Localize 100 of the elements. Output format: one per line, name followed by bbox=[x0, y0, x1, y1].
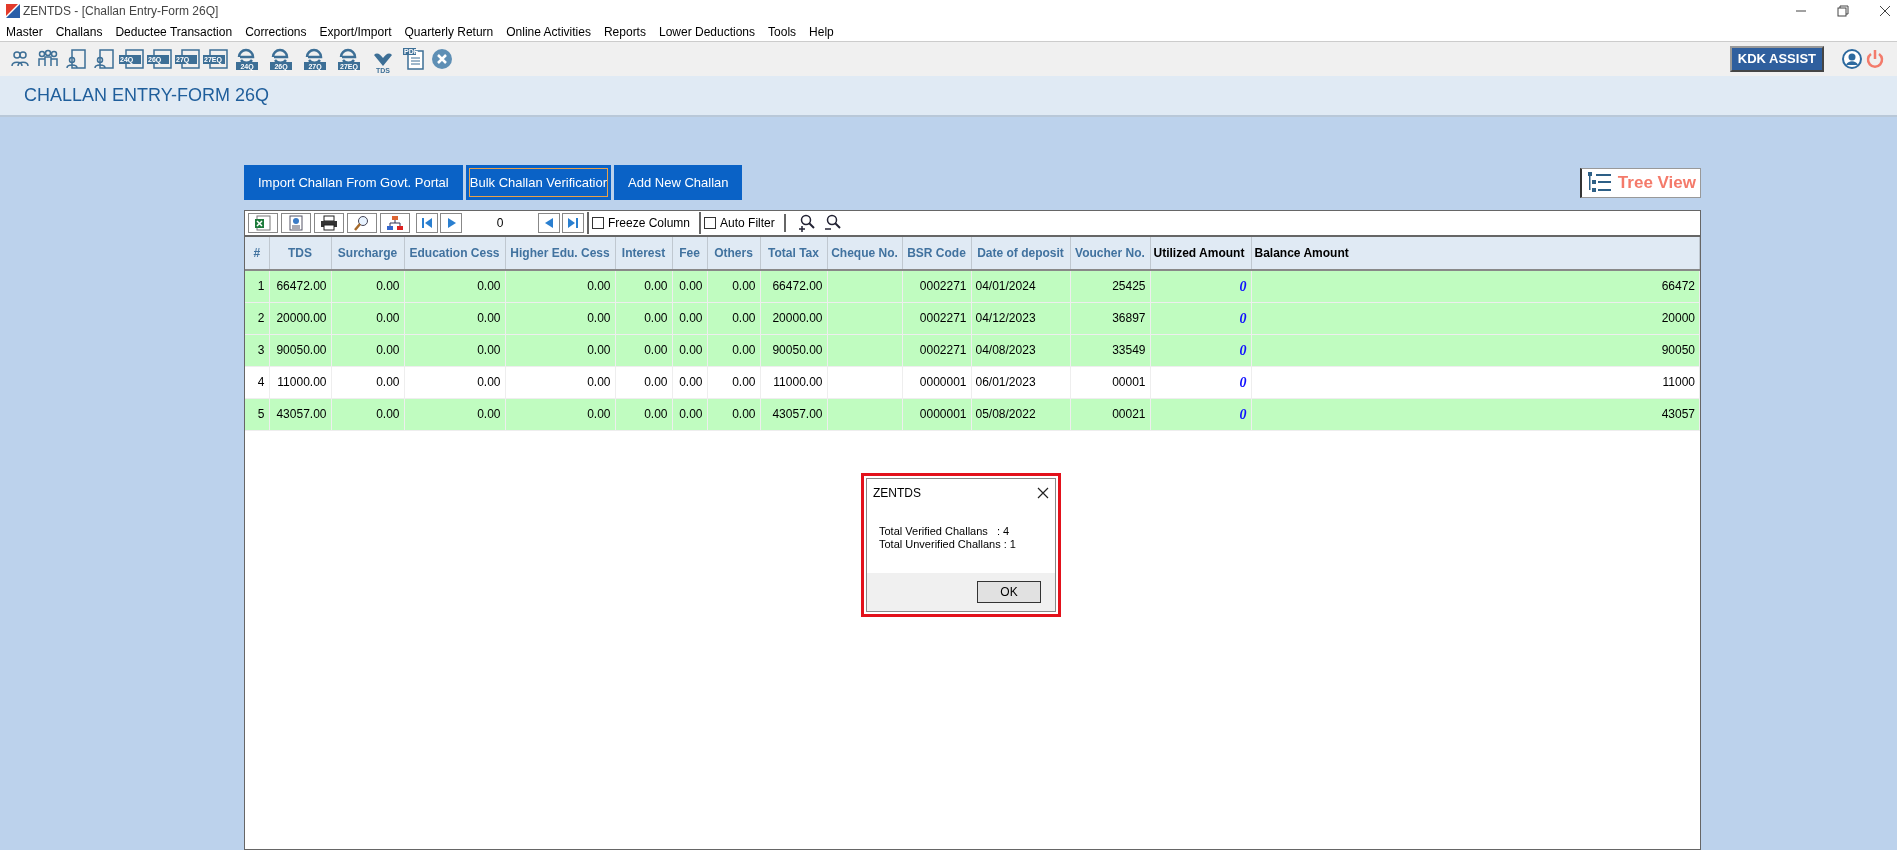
form-icon[interactable] bbox=[203, 48, 229, 70]
column-header[interactable]: Balance Amount bbox=[1251, 237, 1700, 270]
column-header[interactable]: Total Tax bbox=[760, 237, 827, 270]
table-cell: 2 bbox=[257, 311, 265, 325]
table-cell: 5 bbox=[257, 407, 265, 421]
checkbox[interactable] bbox=[704, 217, 717, 229]
previous-page-icon[interactable] bbox=[538, 213, 560, 233]
document-icon[interactable] bbox=[402, 48, 426, 70]
menu-item[interactable]: Challans bbox=[55, 22, 110, 41]
column-header[interactable]: Surcharge bbox=[331, 237, 404, 270]
table-cell: 05/08/2022 bbox=[975, 407, 1036, 421]
table-cell: 0.00 bbox=[376, 343, 400, 357]
first-page-icon[interactable] bbox=[416, 213, 438, 233]
menu-item[interactable]: Master bbox=[6, 22, 50, 41]
table-row[interactable]: 3 90050.00 0.00 0.00 0.00 0.00 0.00 0.00 90050.00 0002271 04/08/2023 33549 0 90050 bbox=[245, 334, 1700, 366]
table-row[interactable]: 5 43057.00 0.00 0.00 0.00 0.00 0.00 0.00 43057.00 0000001 05/08/2022 00021 0 43057 bbox=[245, 398, 1700, 430]
user-icon[interactable] bbox=[1842, 49, 1862, 69]
search-icon[interactable] bbox=[347, 213, 377, 233]
hierarchy-icon[interactable] bbox=[380, 213, 410, 233]
column-header[interactable]: Others bbox=[707, 237, 760, 270]
table-cell: 04/08/2023 bbox=[975, 343, 1036, 357]
table-cell: 11000.00 bbox=[277, 375, 327, 389]
menu-item[interactable]: Help bbox=[809, 22, 841, 41]
table-cell: 0 bbox=[1239, 406, 1247, 422]
form-icon[interactable] bbox=[175, 48, 201, 70]
menu-item[interactable]: Deductee Transaction bbox=[115, 22, 240, 41]
menu-item[interactable]: Online Activities bbox=[506, 22, 598, 41]
tree-list-icon bbox=[1585, 170, 1612, 195]
column-header[interactable]: TDS bbox=[269, 237, 331, 270]
table-cell: 20000.00 bbox=[276, 311, 327, 325]
e-file-icon[interactable] bbox=[269, 47, 293, 71]
table-cell: 0.00 bbox=[477, 311, 501, 325]
table-cell: 0.00 bbox=[376, 407, 400, 421]
action-button[interactable]: Bulk Challan Verificatior bbox=[465, 165, 612, 200]
column-header[interactable]: Utilized Amount bbox=[1150, 237, 1251, 270]
person-form-icon[interactable] bbox=[93, 48, 115, 70]
menu-item[interactable]: Export/Import bbox=[319, 22, 399, 41]
table-row[interactable]: 4 11000.00 0.00 0.00 0.00 0.00 0.00 0.00 11000.00 0000001 06/01/2023 00001 0 11000 bbox=[245, 366, 1700, 398]
close-icon[interactable] bbox=[1879, 5, 1891, 17]
action-button[interactable]: Import Challan From Govt. Portal bbox=[244, 165, 463, 200]
checkbox-label[interactable]: Freeze Column bbox=[608, 214, 691, 232]
table-cell: 0 bbox=[1239, 310, 1247, 326]
menu-item[interactable]: Reports bbox=[603, 22, 653, 41]
table-cell: 04/01/2024 bbox=[975, 279, 1036, 294]
table-cell: 0.00 bbox=[732, 343, 756, 357]
dialog-title: ZENTDS bbox=[873, 485, 921, 502]
table-cell: 0000001 bbox=[919, 407, 967, 421]
table-cell: 0.00 bbox=[477, 279, 501, 294]
table-cell: 0.00 bbox=[679, 407, 703, 421]
table-row[interactable]: 1 66472.00 0.00 0.00 0.00 0.00 0.00 0.00 66472.00 0002271 04/01/2024 25425 0 66472 bbox=[245, 270, 1700, 302]
e-file-icon[interactable] bbox=[235, 47, 259, 71]
column-header[interactable]: Fee bbox=[672, 237, 707, 270]
e-file-icon[interactable] bbox=[337, 47, 361, 71]
restore-icon[interactable] bbox=[1837, 5, 1849, 17]
table-cell: 11000 bbox=[1662, 375, 1695, 389]
table-cell: 0.00 bbox=[376, 279, 400, 294]
table-cell: 0.00 bbox=[679, 311, 703, 325]
menu-item[interactable]: Tools bbox=[768, 22, 804, 41]
checkbox[interactable] bbox=[592, 217, 604, 229]
action-button[interactable]: Add New Challan bbox=[614, 165, 743, 200]
ok-button[interactable]: OK bbox=[977, 581, 1041, 603]
table-cell: 0.00 bbox=[587, 311, 611, 325]
page-title: CHALLAN ENTRY-FORM 26Q bbox=[24, 84, 270, 107]
menu-item[interactable]: Quarterly Return bbox=[404, 22, 501, 41]
table-cell: 90050.00 bbox=[772, 343, 823, 357]
column-header[interactable]: Education Cess bbox=[404, 237, 505, 270]
next-page-icon[interactable] bbox=[440, 213, 462, 233]
column-header[interactable]: BSR Code bbox=[902, 237, 971, 270]
table-cell: 0 bbox=[1239, 374, 1247, 390]
table-cell: 06/01/2023 bbox=[975, 375, 1036, 389]
e-file-icon[interactable] bbox=[303, 47, 327, 71]
column-header[interactable]: Higher Edu. Cess bbox=[505, 237, 615, 270]
table-cell: 00021 bbox=[1112, 407, 1146, 421]
column-header[interactable]: Voucher No. bbox=[1070, 237, 1150, 270]
zoom-out-icon[interactable] bbox=[823, 214, 842, 232]
table-cell: 90050 bbox=[1661, 343, 1695, 357]
table-cell: 0000001 bbox=[919, 375, 967, 389]
excel-export-icon[interactable] bbox=[248, 213, 278, 233]
table-row[interactable]: 2 20000.00 0.00 0.00 0.00 0.00 0.00 0.00 20000.00 0002271 04/12/2023 36897 0 20000 bbox=[245, 302, 1700, 334]
zoom-in-icon[interactable] bbox=[797, 214, 816, 232]
print-icon[interactable] bbox=[314, 213, 344, 233]
table-cell: 11000.00 bbox=[773, 375, 823, 389]
table-cell: 20000 bbox=[1661, 311, 1695, 325]
column-header[interactable]: Interest bbox=[615, 237, 672, 270]
form-icon[interactable] bbox=[147, 48, 173, 70]
column-header[interactable]: Date of deposit bbox=[971, 237, 1070, 270]
form-icon[interactable] bbox=[119, 48, 145, 70]
column-header[interactable]: Cheque No. bbox=[827, 237, 902, 270]
message-text: Total Verified Challans : 4 bbox=[879, 525, 1011, 538]
menu-item[interactable]: Lower Deductions bbox=[658, 22, 763, 41]
person-form-icon[interactable] bbox=[65, 48, 87, 70]
close-icon[interactable] bbox=[1037, 487, 1049, 499]
document-preview-icon[interactable] bbox=[281, 213, 311, 233]
tds-icon[interactable] bbox=[371, 51, 395, 67]
column-header[interactable]: # bbox=[245, 237, 269, 270]
menu-item[interactable]: Corrections bbox=[245, 22, 314, 41]
checkbox-label[interactable]: Auto Filter bbox=[720, 214, 775, 232]
last-page-icon[interactable] bbox=[562, 213, 584, 233]
table-cell: 0002271 bbox=[919, 311, 967, 325]
assist-button[interactable]: KDK ASSIST bbox=[1729, 46, 1824, 72]
